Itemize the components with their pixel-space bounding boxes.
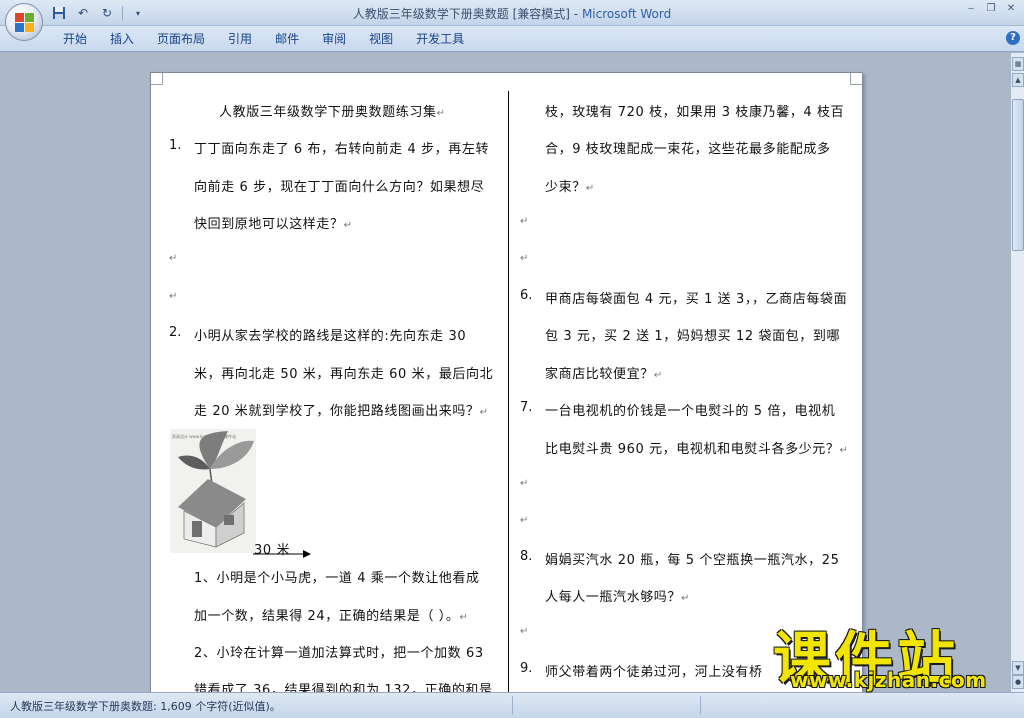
- watermark-url: www.kjzhan.com: [790, 668, 987, 692]
- tab-home[interactable]: 开始: [50, 30, 97, 48]
- house-picture[interactable]: 家具设计 www.kjzhan.com 课件站: [170, 429, 256, 553]
- question-6-line-3: 家商店比较便宜？↵: [545, 363, 663, 382]
- question-1-line-3-text: 快回到原地可以这样走？: [194, 217, 344, 232]
- ribbon-tabs: 开始 插入 页面布局 引用 邮件 审阅 视图 开发工具: [50, 30, 474, 48]
- paragraph-mark: ↵: [520, 216, 529, 227]
- document-page[interactable]: 人教版三年级数学下册奥数题练习集↵ 1. 丁丁面向东走了 6 布，右转向前走 4…: [150, 72, 863, 692]
- office-button[interactable]: [5, 3, 43, 41]
- title-separator: -: [569, 7, 582, 21]
- question-8-line-1: 娟娟买汽水 20 瓶，每 5 个空瓶换一瓶汽水，25: [545, 553, 840, 568]
- sub-question-2-line-2: 错看成了 36，结果得到的和为 132，正确的和是: [194, 683, 493, 692]
- sub-question-1-line-2: 加一个数，结果得 24，正确的结果是（ ）。↵: [194, 605, 469, 624]
- status-divider: [512, 696, 513, 714]
- paragraph-mark: ↵: [653, 370, 663, 381]
- title-bar: ↶ ↻ ▾ 人教版三年级数学下册奥数题 [兼容模式] - Microsoft W…: [0, 0, 1024, 26]
- tab-insert[interactable]: 插入: [97, 30, 144, 48]
- tab-page-layout[interactable]: 页面布局: [144, 30, 215, 48]
- paragraph-mark: ↵: [520, 515, 529, 526]
- crop-mark: [151, 73, 163, 85]
- question-2-line-2: 米，再向北走 50 米，再向东走 60 米，最后向北: [194, 367, 494, 382]
- tab-review[interactable]: 审阅: [309, 30, 356, 48]
- scroll-down-icon[interactable]: ▼: [1012, 661, 1024, 675]
- tab-developer[interactable]: 开发工具: [403, 30, 474, 48]
- restore-icon[interactable]: ❐: [984, 2, 998, 16]
- scroll-up-icon[interactable]: ▲: [1012, 73, 1024, 87]
- direction-arrow: [253, 550, 311, 558]
- question-7-line-1: 一台电视机的价钱是一个电熨斗的 5 倍，电视机: [545, 404, 836, 419]
- question-8-line-2: 人每人一瓶汽水够吗？↵: [545, 586, 690, 605]
- vertical-scrollbar[interactable]: ▦ ▲ ▼ ●: [1010, 53, 1024, 692]
- question-1-line-3: 快回到原地可以这样走？↵: [194, 213, 353, 232]
- paragraph-mark: ↵: [459, 612, 469, 623]
- paragraph-mark: ↵: [169, 291, 178, 302]
- status-text: 人教版三年级数学下册奥数题: 1,609 个字符(近似值)。: [10, 700, 281, 713]
- paragraph-mark: ↵: [436, 108, 446, 119]
- scrollbar-thumb[interactable]: [1012, 99, 1024, 251]
- question-5-cont-line-2: 合，9 枝玫瑰配成一束花，这些花最多能配成多: [545, 142, 831, 157]
- question-number: 6.: [520, 288, 533, 303]
- question-5-cont-line-3-text: 少束？: [545, 180, 586, 195]
- paragraph-mark: ↵: [479, 407, 489, 418]
- question-7-line-2: 比电熨斗贵 960 元，电视机和电熨斗各多少元？↵: [545, 438, 848, 457]
- paragraph-mark: ↵: [681, 593, 690, 604]
- question-8-line-2-text: 人每人一瓶汽水够吗？: [545, 590, 682, 605]
- question-6-line-3-text: 家商店比较便宜？: [545, 367, 654, 382]
- window-controls: ‒ ❐ ✕: [964, 2, 1018, 16]
- paragraph-mark: ↵: [520, 253, 529, 264]
- question-2-line-3-text: 走 20 米就到学校了，你能把路线图画出来吗？: [194, 404, 480, 419]
- question-number: 2.: [169, 325, 182, 340]
- sub-question-1-line-2-text: 加一个数，结果得 24，正确的结果是（ ）。: [194, 609, 460, 624]
- tab-view[interactable]: 视图: [356, 30, 403, 48]
- close-icon[interactable]: ✕: [1004, 2, 1018, 16]
- question-2-line-1: 小明从家去学校的路线是这样的:先向东走 30: [194, 329, 467, 344]
- tab-mailings[interactable]: 邮件: [262, 30, 309, 48]
- paragraph-mark: ↵: [169, 253, 178, 264]
- paragraph-mark: ↵: [520, 478, 529, 489]
- minimize-icon[interactable]: ‒: [964, 2, 978, 16]
- paragraph-mark: ↵: [520, 626, 529, 637]
- status-divider: [700, 696, 701, 714]
- column-divider: [508, 91, 509, 692]
- document-title-heading: 人教版三年级数学下册奥数题练习集↵: [219, 101, 446, 120]
- document-workspace: 人教版三年级数学下册奥数题练习集↵ 1. 丁丁面向东走了 6 布，右转向前走 4…: [0, 53, 1010, 692]
- question-5-cont-line-3: 少束？↵: [545, 176, 595, 195]
- paragraph-mark: ↵: [585, 183, 595, 194]
- sub-question-2-line-1: 2、小玲在计算一道加法算式时，把一个加数 63: [194, 646, 484, 661]
- question-1-line-1: 丁丁面向东走了 6 布，右转向前走 4 步，再左转: [194, 142, 490, 157]
- document-title: 人教版三年级数学下册奥数题 [兼容模式]: [352, 7, 570, 21]
- ruler-toggle-icon[interactable]: ▦: [1012, 57, 1024, 71]
- question-number: 8.: [520, 549, 533, 564]
- crop-mark: [850, 73, 862, 85]
- paragraph-mark: ↵: [343, 220, 353, 231]
- application-name: Microsoft Word: [581, 7, 672, 21]
- question-6-line-1: 甲商店每袋面包 4 元，买 1 送 3，，乙商店每袋面: [545, 292, 848, 307]
- question-number: 9.: [520, 661, 533, 676]
- question-9-line-1: 师父带着两个徒弟过河，河上没有桥: [545, 665, 763, 680]
- browse-object-icon[interactable]: ●: [1012, 675, 1024, 689]
- window-title: 人教版三年级数学下册奥数题 [兼容模式] - Microsoft Word: [0, 5, 1024, 22]
- office-logo-icon: [15, 13, 34, 32]
- question-2-line-3: 走 20 米就到学校了，你能把路线图画出来吗？↵: [194, 400, 489, 419]
- question-number: 1.: [169, 138, 182, 153]
- picture-caption: 家具设计 www.kjzhan.com 课件站: [172, 433, 236, 439]
- help-icon[interactable]: ?: [1006, 31, 1020, 45]
- paragraph-mark: ↵: [839, 445, 849, 456]
- question-number: 7.: [520, 400, 533, 415]
- sub-question-1-line-1: 1、小明是个小马虎，一道 4 乘一个数让他看成: [194, 571, 480, 586]
- ribbon: 开始 插入 页面布局 引用 邮件 审阅 视图 开发工具 ?: [0, 26, 1024, 52]
- question-6-line-2: 包 3 元，买 2 送 1，妈妈想买 12 袋面包，到哪: [545, 329, 841, 344]
- question-1-line-2: 向前走 6 步，现在丁丁面向什么方向？如果想尽: [194, 180, 485, 195]
- question-5-cont-line-1: 枝，玫瑰有 720 枝，如果用 3 枝康乃馨，4 枝百: [545, 105, 845, 120]
- question-7-line-2-text: 比电熨斗贵 960 元，电视机和电熨斗各多少元？: [545, 442, 840, 457]
- tab-references[interactable]: 引用: [215, 30, 262, 48]
- document-title-text: 人教版三年级数学下册奥数题练习集: [219, 105, 437, 120]
